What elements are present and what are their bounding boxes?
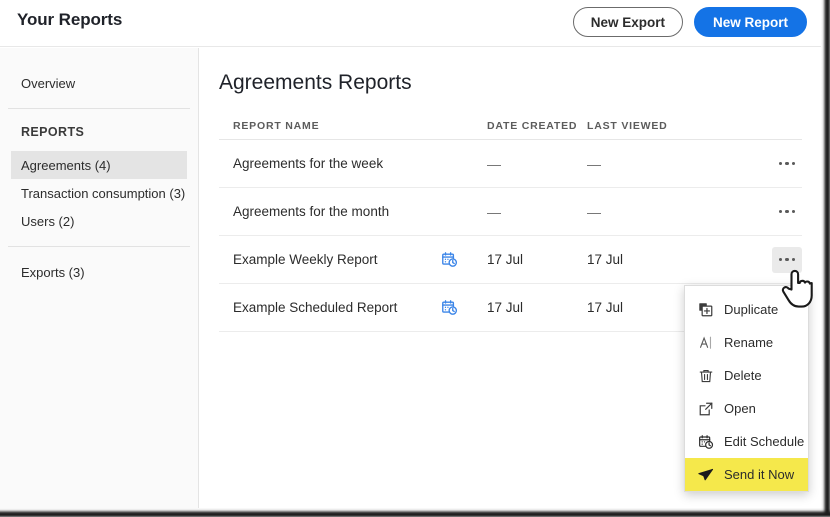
section-title: Agreements Reports (219, 71, 412, 95)
menu-item-edit-schedule[interactable]: Edit Schedule (685, 425, 808, 458)
menu-item-duplicate[interactable]: Duplicate (685, 293, 808, 326)
menu-item-open[interactable]: Open (685, 392, 808, 425)
table-row[interactable]: Agreements for the week — — (219, 140, 802, 188)
trash-icon (696, 366, 715, 385)
cell-actions (707, 199, 802, 225)
page-title: Your Reports (17, 10, 122, 30)
sidebar-reports-group: REPORTS Agreements (4) Transaction consu… (0, 120, 198, 235)
sidebar-top-spacer (0, 48, 198, 69)
new-report-button[interactable]: New Report (694, 7, 807, 37)
sidebar-item-label: Exports (3) (21, 265, 85, 280)
new-export-button[interactable]: New Export (573, 7, 683, 37)
app-header: Your Reports New Export New Report (0, 0, 821, 47)
ellipsis-icon[interactable] (772, 151, 802, 177)
window-edge-right (821, 0, 830, 517)
cell-last-viewed: — (587, 204, 707, 220)
open-external-icon (696, 399, 715, 418)
table-header-row: REPORT NAME DATE CREATED LAST VIEWED (219, 112, 802, 140)
paper-plane-icon (696, 465, 715, 484)
sidebar-section-reports: REPORTS (11, 120, 187, 144)
rename-icon (696, 333, 715, 352)
cell-report-name: Example Weekly Report (219, 252, 441, 267)
menu-item-delete[interactable]: Delete (685, 359, 808, 392)
window-edge-bottom (0, 508, 830, 517)
cell-report-name: Example Scheduled Report (219, 300, 441, 315)
sidebar-exports-group: Exports (3) (0, 258, 198, 286)
sidebar-divider-1 (8, 108, 190, 109)
cell-last-viewed: — (587, 156, 707, 172)
sidebar-item-label: Overview (21, 76, 75, 91)
menu-item-label: Send it Now (724, 467, 794, 482)
sidebar-item-agreements[interactable]: Agreements (4) (11, 151, 187, 179)
sidebar-item-label: Agreements (4) (21, 158, 111, 173)
app-window: Your Reports New Export New Report Overv… (0, 0, 830, 517)
sidebar-item-exports[interactable]: Exports (3) (11, 258, 187, 286)
table-row[interactable]: Agreements for the month — — (219, 188, 802, 236)
ellipsis-icon[interactable] (772, 247, 802, 273)
duplicate-icon (696, 300, 715, 319)
table-row[interactable]: Example Weekly Report (219, 236, 802, 284)
menu-item-send-it-now[interactable]: Send it Now (685, 458, 808, 491)
column-header-last-viewed: LAST VIEWED (587, 120, 707, 132)
cell-date-created: 17 Jul (487, 252, 587, 267)
calendar-clock-icon (441, 251, 458, 268)
cell-actions (707, 151, 802, 177)
cell-last-viewed: 17 Jul (587, 252, 707, 267)
sidebar-overview-group: Overview (0, 69, 198, 97)
menu-item-label: Edit Schedule (724, 434, 804, 449)
sidebar-item-users[interactable]: Users (2) (11, 207, 187, 235)
cell-date-created: 17 Jul (487, 300, 587, 315)
calendar-clock-icon (441, 299, 458, 316)
sidebar-item-overview[interactable]: Overview (11, 69, 187, 97)
sidebar: Overview REPORTS Agreements (4) Transact… (0, 48, 199, 508)
cell-actions (707, 247, 802, 273)
cell-date-created: — (487, 156, 587, 172)
cell-schedule (441, 299, 487, 316)
menu-item-label: Delete (724, 368, 762, 383)
cell-date-created: — (487, 204, 587, 220)
calendar-clock-icon (696, 432, 715, 451)
sidebar-divider-2 (8, 246, 190, 247)
column-header-date-created: DATE CREATED (487, 120, 587, 132)
menu-item-label: Rename (724, 335, 773, 350)
cell-schedule (441, 251, 487, 268)
sidebar-item-label: Transaction consumption (3) (21, 186, 185, 201)
row-context-menu: Duplicate Rename (684, 285, 809, 492)
menu-item-label: Duplicate (724, 302, 778, 317)
column-header-report-name: REPORT NAME (219, 120, 441, 132)
header-actions: New Export New Report (573, 7, 807, 37)
sidebar-item-label: Users (2) (21, 214, 74, 229)
menu-item-label: Open (724, 401, 756, 416)
cell-report-name: Agreements for the month (219, 204, 441, 219)
cell-report-name: Agreements for the week (219, 156, 441, 171)
ellipsis-icon[interactable] (772, 199, 802, 225)
menu-item-rename[interactable]: Rename (685, 326, 808, 359)
sidebar-item-transaction-consumption[interactable]: Transaction consumption (3) (11, 179, 187, 207)
